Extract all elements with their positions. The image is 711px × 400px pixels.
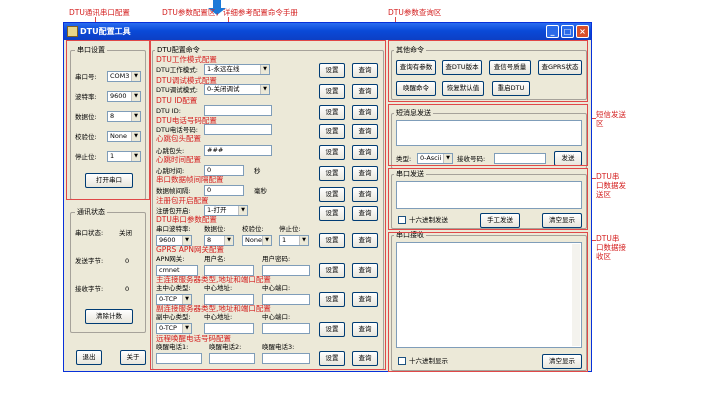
param-query-highlight [388,40,588,102]
minimize-button[interactable]: _ [546,25,559,38]
serial-status-value: 关闭 [119,229,132,237]
serial-recv-highlight [388,232,588,372]
app-icon [67,26,78,37]
serial-send-highlight [388,168,588,230]
annotation-param-config: DTU参数配置区，详细参考配置命令手册 [162,8,298,17]
annotation-param-query: DTU参数查询区 [388,8,442,17]
about-button[interactable]: 关于 [120,350,146,365]
comm-status-group: 通讯状态 串口状态: 关闭 发送字节: 0 接收字节: 0 清除计数 [70,208,146,333]
title-bar: DTU配置工具 _ □ × [64,23,591,40]
annotation-serial-send: DTU串口数据发送区 [596,172,626,199]
annotation-serial-recv: DTU串口数据接收区 [596,234,626,261]
serial-status-label: 串口状态: [75,229,104,237]
window-title: DTU配置工具 [80,27,131,36]
sent-bytes-label: 发送字节: [75,257,104,265]
recv-bytes-label: 接收字节: [75,285,104,293]
param-config-highlight [150,40,386,370]
annotation-sms-send: 短信发送区 [596,110,626,128]
sent-bytes-value: 0 [125,257,130,265]
pointer-arrow-icon [213,0,221,8]
clear-count-button[interactable]: 清除计数 [85,309,133,324]
sms-highlight [388,104,588,166]
annotation-serial-config: DTU通讯串口配置 [69,8,130,17]
maximize-button[interactable]: □ [561,25,574,38]
exit-button[interactable]: 退出 [76,350,102,365]
close-button[interactable]: × [576,25,589,38]
recv-bytes-value: 0 [125,285,130,293]
serial-config-highlight [66,40,150,200]
comm-status-title: 通讯状态 [75,208,107,216]
